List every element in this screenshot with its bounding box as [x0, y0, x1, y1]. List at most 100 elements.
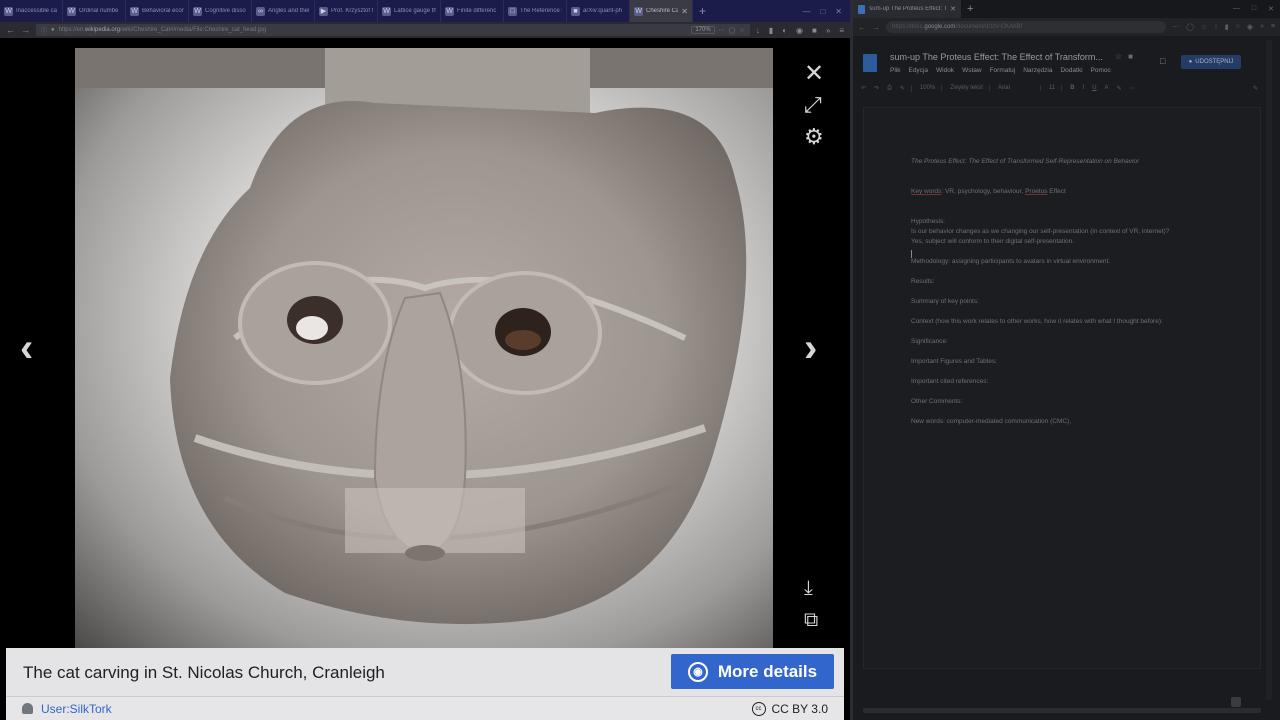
print-icon[interactable]: ⎙: [887, 85, 892, 92]
zoom-select[interactable]: 100%: [920, 85, 943, 91]
style-select[interactable]: Zwykły tekst: [950, 85, 990, 91]
tab-title: Cheshire Ca: [646, 8, 679, 14]
chevron-left-icon[interactable]: ‹: [20, 328, 33, 368]
sync-icon[interactable]: ◉: [1247, 23, 1253, 31]
browser-tab[interactable]: W Cognitive disso: [189, 0, 252, 22]
gear-icon[interactable]: ⚙: [804, 126, 824, 148]
docs-menu-item[interactable]: Widok: [936, 67, 954, 74]
paint-format-icon[interactable]: ✎: [900, 84, 912, 92]
share-icon[interactable]: ⧉: [804, 610, 818, 630]
underline-icon[interactable]: U: [1092, 85, 1096, 91]
font-size-select[interactable]: 11: [1049, 85, 1063, 91]
horizontal-scrollbar[interactable]: [863, 708, 1261, 713]
docs-favicon-icon: [858, 4, 866, 14]
share-button[interactable]: ● UDOSTĘPNIJ: [1181, 55, 1241, 69]
docs-logo-icon[interactable]: [863, 54, 877, 72]
forward-icon[interactable]: →: [872, 23, 880, 32]
document-title[interactable]: sum-up The Proteus Effect: The Effect of…: [890, 52, 1105, 62]
browser-tab[interactable]: W Finite differenc: [441, 0, 504, 22]
redo-icon[interactable]: ↷: [874, 85, 879, 92]
docs-menu-item[interactable]: Formatuj: [990, 67, 1016, 74]
browser-tab[interactable]: ■ arXiv:quant-ph: [567, 0, 630, 22]
comments-icon[interactable]: □: [1160, 56, 1165, 66]
doc-new-words: New words: computer-mediated communicati…: [911, 418, 1072, 425]
license-link[interactable]: cc CC BY 3.0: [751, 701, 828, 716]
highlight-icon[interactable]: ✎: [1117, 85, 1122, 92]
text-color-icon[interactable]: A: [1105, 85, 1109, 91]
downloads-icon[interactable]: ↓: [756, 26, 760, 35]
extension-icon[interactable]: ■: [812, 26, 817, 35]
browser-tab[interactable]: □ The Reference F: [504, 0, 567, 22]
docs-menu-item[interactable]: Pomoc: [1091, 67, 1111, 74]
folder-icon[interactable]: ■: [1128, 52, 1133, 61]
zoom-level[interactable]: 170%: [691, 26, 715, 34]
overflow-icon[interactable]: »: [1260, 23, 1264, 31]
tab-close-icon[interactable]: ✕: [681, 7, 688, 16]
tab-close-icon[interactable]: ✕: [950, 5, 956, 13]
library-icon[interactable]: ▮: [769, 26, 773, 35]
explore-icon[interactable]: [1231, 697, 1241, 707]
more-tools-icon[interactable]: ⋯: [1130, 85, 1136, 92]
browser-tab[interactable]: ▶ Prof. Krzysztof M: [315, 0, 378, 22]
docs-menu-item[interactable]: Narzędzia: [1023, 67, 1052, 74]
author-link[interactable]: User:SilkTork: [22, 702, 112, 716]
tab-title: Finite differenc: [457, 8, 497, 14]
pocket-icon[interactable]: ◯: [729, 27, 736, 34]
browser-tab[interactable]: W Behavioral econ: [126, 0, 189, 22]
address-bar[interactable]: https://docs. google.com/document/d/1tV-C…: [886, 21, 1167, 33]
bulb-icon[interactable]: ○: [1236, 23, 1240, 31]
download-icon[interactable]: ⤓: [804, 578, 813, 598]
maximize-icon[interactable]: □: [820, 7, 825, 16]
sync-icon[interactable]: ◉: [796, 26, 803, 35]
maximize-icon[interactable]: □: [1252, 5, 1256, 13]
more-details-button[interactable]: ◉ More details: [671, 654, 834, 689]
menu-icon[interactable]: ≡: [839, 26, 844, 35]
bookmark-star-icon[interactable]: ☆: [739, 27, 744, 34]
docs-menu-item[interactable]: Plik: [890, 67, 900, 74]
undo-icon[interactable]: ↶: [861, 85, 866, 92]
new-tab-button[interactable]: +: [693, 4, 712, 18]
forward-icon[interactable]: →: [21, 25, 30, 35]
bookmark-star-icon[interactable]: ☆: [1201, 23, 1207, 31]
menu-icon[interactable]: ≡: [1271, 23, 1275, 31]
editing-mode-icon[interactable]: ✎: [1253, 85, 1258, 92]
minimize-icon[interactable]: —: [802, 7, 810, 16]
browser-tab[interactable]: W Lattice gauge th: [378, 0, 441, 22]
browser-tab[interactable]: W Ordinal numbe: [63, 0, 126, 22]
docs-menu-item[interactable]: Dodatki: [1060, 67, 1082, 74]
info-icon[interactable]: ⓘ: [41, 26, 47, 35]
docs-menu-item[interactable]: Wstaw: [962, 67, 982, 74]
document-page[interactable]: The Proteus Effect: The Effect of Transf…: [863, 107, 1261, 669]
close-icon[interactable]: ✕: [804, 62, 824, 86]
browser-tab[interactable]: W Inaccessible ca: [0, 0, 63, 22]
minimize-icon[interactable]: —: [1233, 5, 1240, 13]
downloads-icon[interactable]: ↓: [1214, 23, 1218, 31]
docs-menu-item[interactable]: Edycja: [908, 67, 928, 74]
close-window-icon[interactable]: ✕: [1268, 5, 1274, 13]
chevron-right-icon[interactable]: ›: [804, 328, 817, 368]
browser-tab[interactable]: W Cheshire Ca ✕: [630, 0, 693, 22]
right-browser-window: sum-up The Proteus Effect: The ✕ + — □ ✕…: [853, 0, 1280, 720]
page-actions-icon[interactable]: ⋯: [1172, 23, 1179, 31]
credit-bar: User:SilkTork cc CC BY 3.0: [6, 696, 844, 720]
star-icon[interactable]: ☆: [1115, 52, 1122, 61]
tab-favicon-icon: ▶: [319, 6, 328, 16]
vertical-scrollbar[interactable]: [1266, 40, 1272, 700]
font-select[interactable]: Arial: [998, 85, 1041, 91]
back-icon[interactable]: ←: [6, 25, 15, 35]
docs-tab[interactable]: sum-up The Proteus Effect: The ✕: [853, 0, 961, 18]
reader-icon[interactable]: ◐: [782, 26, 787, 35]
bold-icon[interactable]: B: [1070, 85, 1074, 91]
browser-tab[interactable]: ∞ Angles and thei: [252, 0, 315, 22]
back-icon[interactable]: ←: [858, 23, 866, 32]
overflow-icon[interactable]: »: [826, 26, 830, 35]
library-icon[interactable]: ▮: [1225, 23, 1229, 31]
page-actions-icon[interactable]: ⋯: [719, 27, 725, 34]
italic-icon[interactable]: I: [1083, 85, 1085, 91]
new-tab-button[interactable]: +: [961, 3, 979, 15]
close-window-icon[interactable]: ✕: [835, 7, 842, 16]
pocket-icon[interactable]: ◯: [1186, 23, 1194, 31]
fullscreen-icon[interactable]: ⤢: [804, 94, 822, 116]
address-bar[interactable]: ⓘ ● https://en.wikipedia.org/wiki/Cheshi…: [36, 24, 750, 36]
left-nav-bar: ← → ⓘ ● https://en.wikipedia.org/wiki/Ch…: [0, 22, 850, 38]
